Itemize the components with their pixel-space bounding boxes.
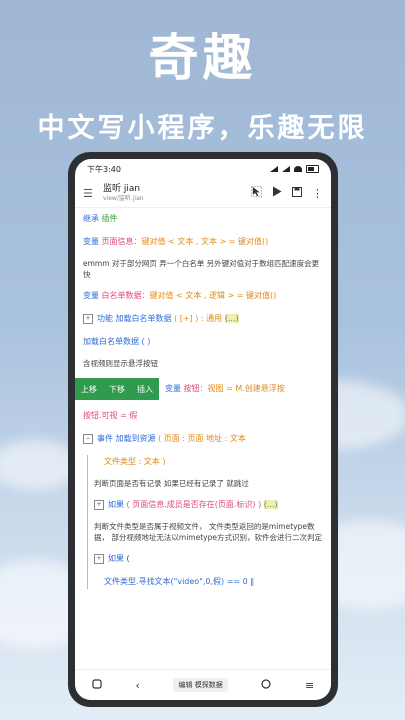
hero-title: 奇趣 [148, 29, 257, 87]
menu-lines-icon[interactable]: ≡ [305, 679, 314, 692]
bottom-nav-bar: ‹ 编辑 模探数据 ≡ [75, 669, 331, 700]
code-line: 文件类型 : 文本 ) [104, 457, 166, 466]
fold-toggle-icon[interactable]: + [94, 499, 104, 510]
recent-apps-icon[interactable] [92, 678, 102, 692]
code-line: 变量 白名单数据：键对值 < 文本 , 逻辑 > = 键对值() [83, 291, 277, 300]
code-line: 继承 插件 [83, 214, 118, 223]
fold-toggle-icon[interactable]: + [94, 553, 104, 564]
save-icon[interactable] [292, 186, 302, 200]
battery-icon [306, 165, 319, 173]
line-action-popup: 上移 下移 插入 [75, 378, 159, 400]
wifi-icon [294, 166, 302, 172]
code-line: 文件类型.寻找文本("video",0,假) == 0 ‖ [104, 577, 255, 586]
code-line: + 功能 加载白名单数据 ( [+] ) : 通用 (...) [83, 312, 323, 326]
more-icon[interactable]: ⋮ [312, 187, 323, 200]
back-icon[interactable]: ‹ [135, 679, 139, 692]
code-line: 变量 按钮：视图 = M.创建悬浮按 [165, 384, 285, 393]
insert-button[interactable]: 插入 [137, 384, 153, 395]
app-bar: ☰ 监听 jian view/监听.jian ⋮ [75, 179, 331, 208]
edit-mode-chip[interactable]: 编辑 模探数据 [173, 678, 228, 692]
code-editor[interactable]: 继承 插件 变量 页面信息：键对值 < 文本 , 文本 > = 键对值() em… [75, 208, 331, 589]
code-line: 加载白名单数据 ( ) [83, 337, 151, 346]
cursor-icon[interactable] [251, 186, 262, 200]
phone-screen: 下午3:40 ☰ 监听 jian view/监听.jian ⋮ 继承 插件 变量… [75, 159, 331, 700]
file-path: view/监听.jian [103, 194, 144, 202]
code-line: − 事件 加载到资源 ( 页面 : 页面 地址 : 文本 [83, 432, 323, 446]
code-line: 变量 页面信息：键对值 < 文本 , 文本 > = 键对值() [83, 237, 269, 246]
code-comment: 含视频则显示悬浮按钮 [83, 359, 158, 368]
move-down-button[interactable]: 下移 [109, 384, 125, 395]
code-comment: 判断页面是否有记录 如果已经有记录了 就跳过 [94, 479, 249, 488]
move-up-button[interactable]: 上移 [81, 384, 97, 395]
hamburger-icon[interactable]: ☰ [83, 187, 93, 200]
signal-icon [270, 166, 278, 172]
home-icon[interactable] [261, 678, 271, 692]
signal-icon-2 [282, 166, 290, 172]
code-comment: 判断文件类型是否属于视频文件， 文件类型返回的是mimetype数据， 部分视频… [94, 522, 322, 542]
status-time: 下午3:40 [87, 164, 121, 174]
code-line: + 如果 ( 页面信息.成员是否存在(页面.标识) ) (...) [94, 498, 323, 512]
code-line: + 如果 ( [94, 552, 323, 566]
hero-subtitle: 中文写小程序，乐趣无限 [37, 113, 368, 144]
fold-toggle-icon[interactable]: + [83, 313, 93, 324]
file-title: 监听 jian [103, 183, 141, 194]
play-icon[interactable] [272, 186, 282, 200]
code-comment: emmm 对于部分网页 弄一个白名单 另外键对值对于数组匹配速度会更快 [83, 259, 320, 279]
status-bar: 下午3:40 [75, 159, 331, 179]
phone-frame: 下午3:40 ☰ 监听 jian view/监听.jian ⋮ 继承 插件 变量… [68, 152, 338, 707]
fold-toggle-icon[interactable]: − [83, 433, 93, 444]
code-line: 按钮.可视 = 假 [83, 411, 138, 420]
